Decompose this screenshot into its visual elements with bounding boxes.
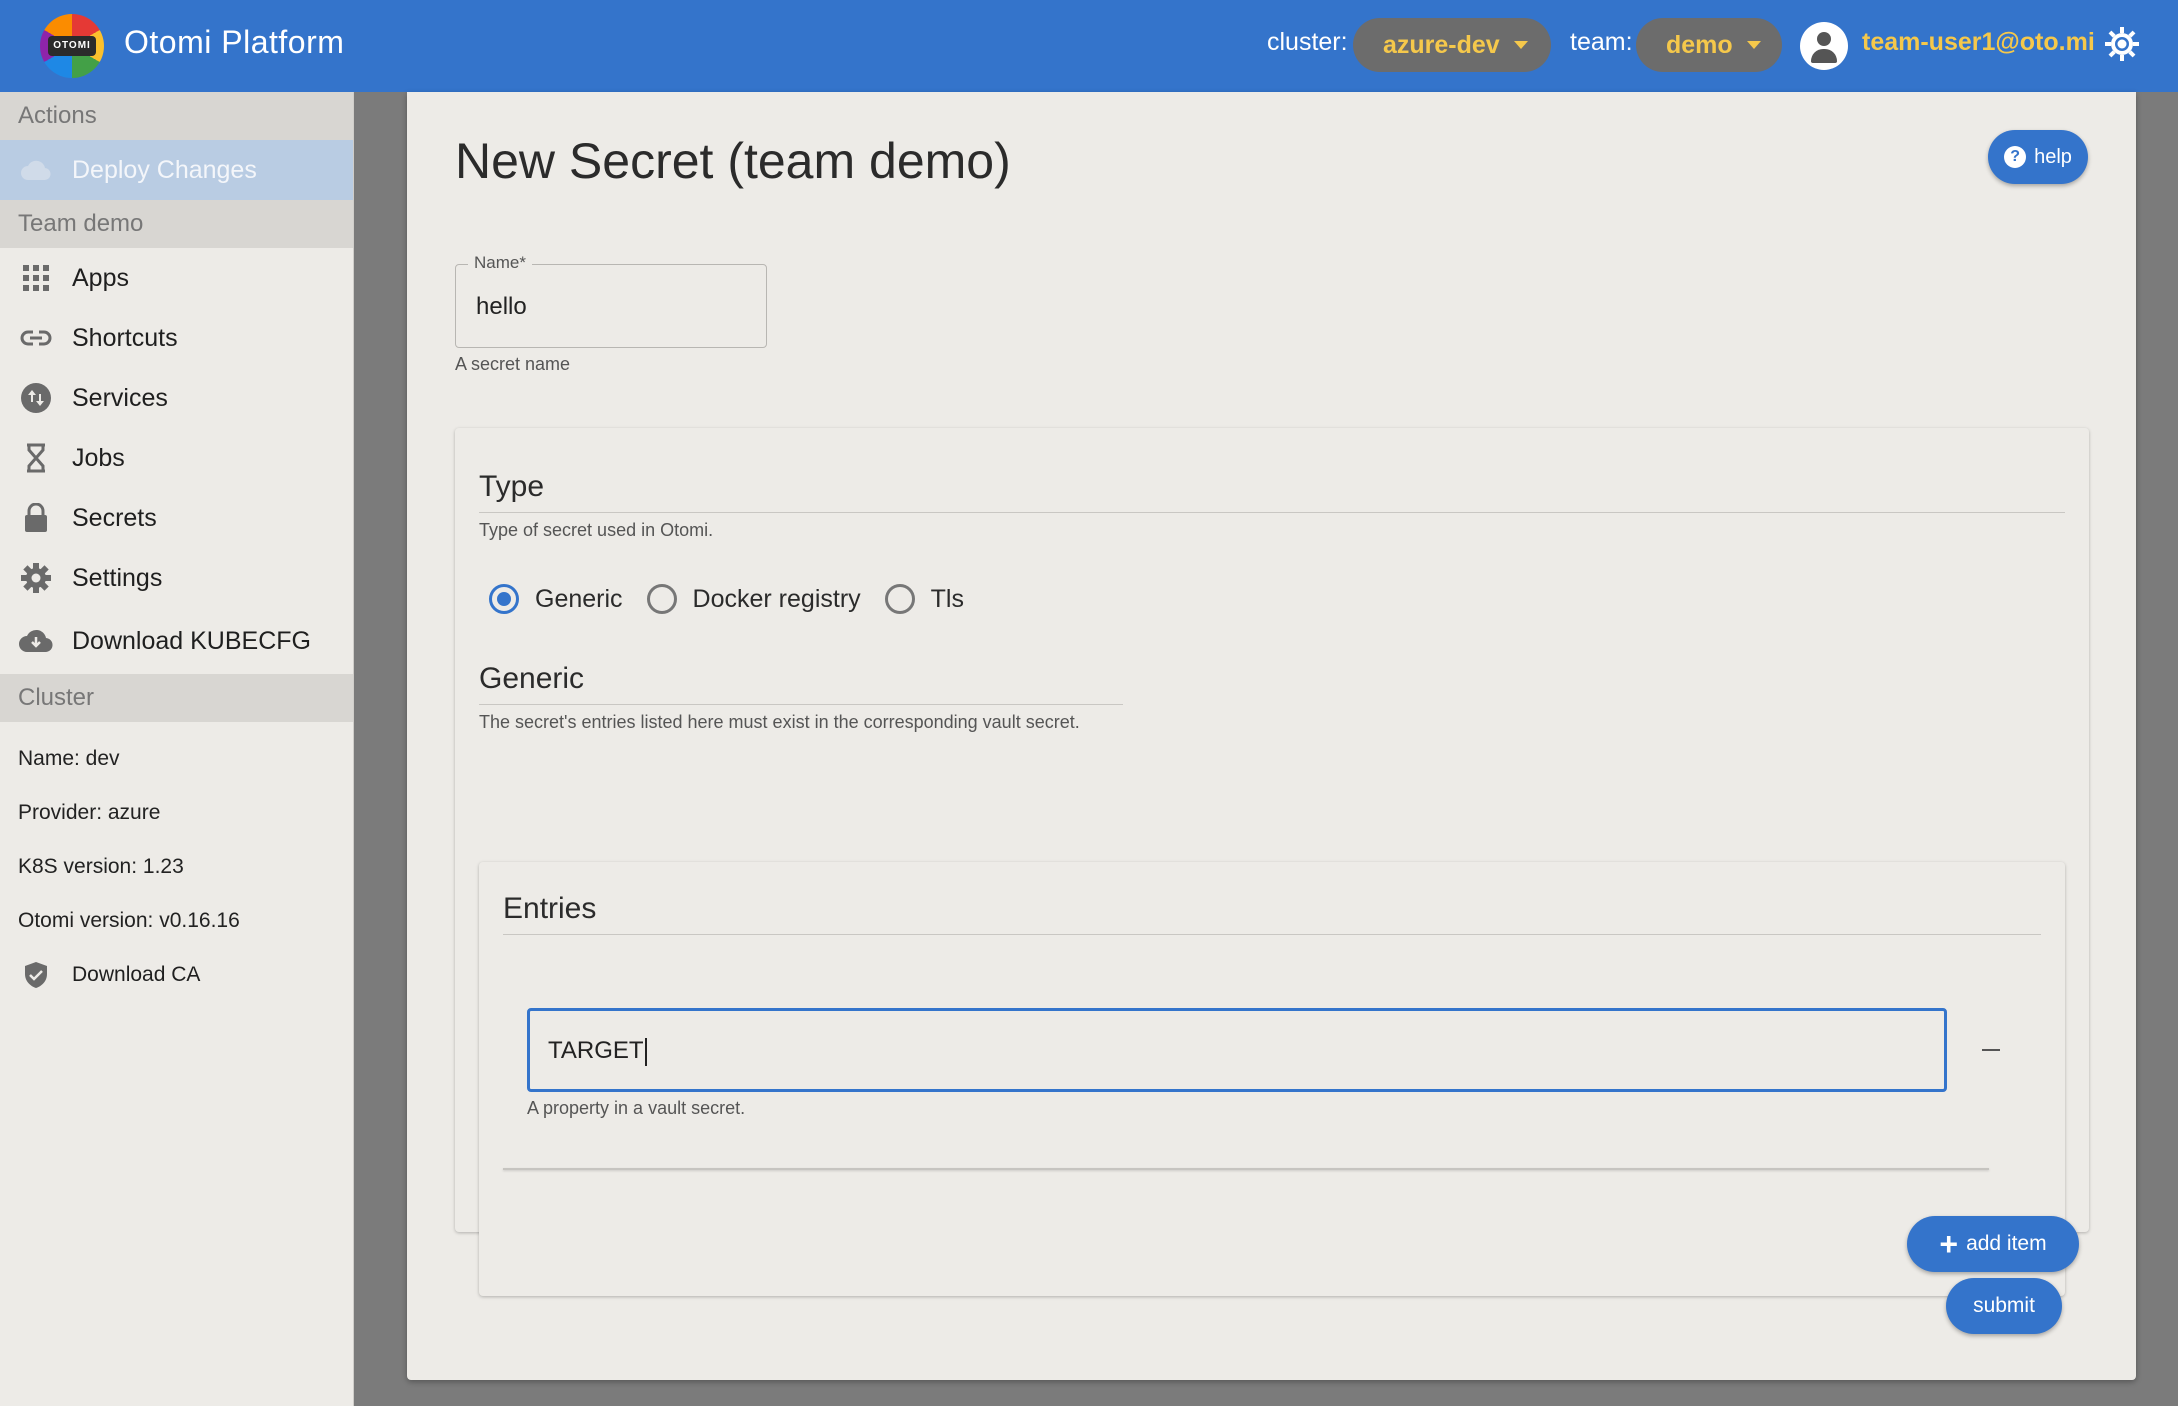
type-divider: [479, 512, 2065, 513]
cluster-value: azure-dev: [1383, 30, 1500, 59]
radio-option-generic[interactable]: Generic: [489, 584, 623, 614]
radio-option-tls[interactable]: Tls: [884, 584, 964, 614]
team-label: team:: [1570, 28, 1633, 56]
chevron-down-icon: [1746, 41, 1761, 49]
submit-button[interactable]: submit: [1946, 1278, 2062, 1334]
type-radio-group: Generic Docker registry Tls: [489, 584, 988, 614]
theme-toggle-icon[interactable]: [2104, 26, 2140, 62]
radio-label: Generic: [535, 584, 623, 613]
type-heading: Type: [479, 470, 545, 503]
sidebar-item-download-kubecfg[interactable]: Download KUBECFG: [0, 608, 353, 674]
generic-heading: Generic: [479, 662, 585, 695]
lock-icon: [0, 503, 72, 533]
sidebar-item-label: Secrets: [72, 503, 157, 532]
user-email[interactable]: team-user1@oto.mi: [1862, 28, 2095, 57]
add-item-button[interactable]: + add item: [1907, 1216, 2079, 1272]
generic-description: The secret's entries listed here must ex…: [479, 712, 1080, 732]
cluster-provider: Provider: azure: [18, 801, 161, 824]
sidebar-heading-cluster: Cluster: [0, 674, 353, 722]
radio-unchecked-icon: [646, 584, 677, 614]
sidebar-item-label: Download CA: [72, 963, 201, 986]
name-field-legend: Name*: [468, 253, 532, 273]
sidebar-item-label: Download KUBECFG: [72, 626, 311, 655]
sidebar-item-label: Shortcuts: [72, 323, 178, 352]
cluster-k8s-version: K8S version: 1.23: [18, 855, 184, 878]
type-panel: Type Type of secret used in Otomi. Gener…: [455, 428, 2089, 1296]
sidebar-item-jobs[interactable]: Jobs: [0, 428, 353, 488]
team-select[interactable]: demo: [1636, 18, 1782, 72]
sidebar-item-label: Deploy Changes: [72, 155, 257, 184]
sidebar-heading-actions: Actions: [0, 92, 353, 140]
user-avatar-icon[interactable]: [1800, 22, 1848, 70]
sidebar-item-secrets[interactable]: Secrets: [0, 488, 353, 548]
entry-separator: [503, 1168, 1989, 1170]
cluster-otomi-version: Otomi version: v0.16.16: [18, 909, 240, 932]
cloud-download-icon: [0, 628, 72, 654]
app-title: Otomi Platform: [124, 24, 345, 60]
link-icon: [0, 329, 72, 347]
sidebar-heading-team: Team demo: [0, 200, 353, 248]
chevron-down-icon: [1513, 41, 1528, 49]
main-form-card: New Secret (team demo) ? help Name* hell…: [407, 92, 2136, 1380]
cluster-name: Name: dev: [18, 747, 120, 770]
sidebar-item-label: Settings: [72, 563, 163, 592]
sidebar-item-label: Jobs: [72, 443, 125, 472]
hourglass-icon: [0, 443, 72, 473]
radio-unchecked-icon: [884, 584, 915, 614]
help-button[interactable]: ? help: [1988, 130, 2088, 184]
entries-heading: Entries: [503, 892, 597, 925]
radio-option-docker-registry[interactable]: Docker registry: [646, 584, 861, 614]
sidebar-item-services[interactable]: Services: [0, 368, 353, 428]
radio-label: Tls: [930, 584, 964, 613]
add-item-label: add item: [1966, 1232, 2047, 1255]
sidebar-item-settings[interactable]: Settings: [0, 548, 353, 608]
sidebar-item-shortcuts[interactable]: Shortcuts: [0, 308, 353, 368]
sidebar: Actions Deploy Changes Team demo Apps Sh…: [0, 92, 354, 1406]
sidebar-item-label: Services: [72, 383, 168, 412]
cluster-label: cluster:: [1267, 28, 1348, 56]
radio-checked-icon: [489, 584, 519, 614]
entries-divider: [503, 934, 2041, 935]
page-title: New Secret (team demo): [455, 133, 1011, 189]
cloud-upload-icon: [0, 158, 72, 182]
name-field-help: A secret name: [455, 354, 571, 374]
swap-icon: [0, 383, 72, 413]
type-description: Type of secret used in Otomi.: [479, 520, 714, 540]
sidebar-item-download-ca[interactable]: Download CA: [0, 948, 353, 1002]
generic-divider: [479, 704, 1123, 705]
sidebar-item-deploy-changes[interactable]: Deploy Changes: [0, 140, 353, 200]
logo-text: OTOMI: [48, 36, 96, 56]
gear-icon: [0, 563, 72, 593]
top-app-bar: OTOMI Otomi Platform cluster: azure-dev …: [0, 0, 2178, 92]
sidebar-item-apps[interactable]: Apps: [0, 248, 353, 308]
shield-check-icon: [0, 961, 72, 989]
sidebar-item-label: Apps: [72, 263, 129, 292]
name-field[interactable]: Name* hello: [455, 253, 767, 348]
otomi-logo[interactable]: OTOMI: [40, 14, 104, 78]
name-field-value: hello: [476, 293, 527, 320]
apps-grid-icon: [0, 265, 72, 291]
entry-input-value: TARGET: [548, 1037, 647, 1066]
plus-icon: +: [1939, 1226, 1959, 1262]
entries-panel: Entries TARGET A property in a vault sec…: [479, 862, 2079, 1296]
radio-label: Docker registry: [692, 584, 861, 613]
entry-help: A property in a vault secret.: [527, 1098, 746, 1118]
help-circle-icon: ?: [2004, 146, 2027, 168]
help-label: help: [2034, 145, 2072, 168]
minus-icon: [1982, 1049, 2000, 1051]
cluster-select[interactable]: azure-dev: [1353, 18, 1551, 72]
team-value: demo: [1666, 30, 1733, 59]
remove-entry-button[interactable]: [1973, 1032, 2009, 1068]
entry-input[interactable]: TARGET: [527, 1008, 1947, 1092]
